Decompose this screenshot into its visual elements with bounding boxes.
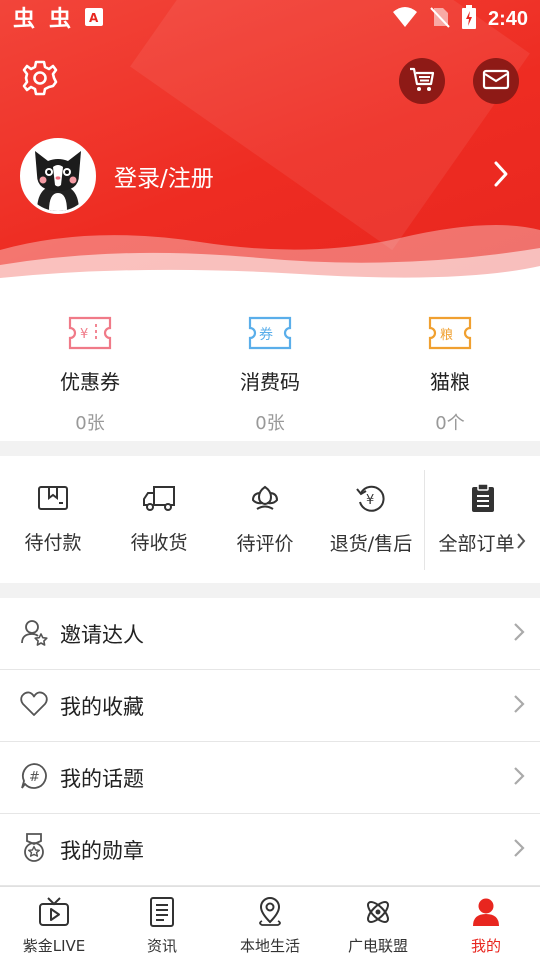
wallet-icon <box>37 484 69 516</box>
svg-text:虫: 虫 <box>49 6 71 30</box>
voucher-code-label: 消费码 <box>240 370 300 394</box>
bottom-navigation: 紫金LIVE 资讯 本地生活 广电联盟 我的 <box>0 886 540 960</box>
pending-payment-entry[interactable]: 待付款 <box>0 484 106 555</box>
cart-icon <box>408 65 436 97</box>
menu-item-label: 邀请达人 <box>60 622 144 647</box>
coupon-label: 优惠券 <box>60 370 120 394</box>
coupon-entry[interactable]: ¥ 优惠券 0张 <box>0 290 180 441</box>
truck-icon <box>142 484 176 516</box>
refund-icon: ¥ <box>355 483 387 517</box>
wifi-icon <box>392 6 418 32</box>
menu-item-label: 我的勋章 <box>60 838 144 863</box>
news-icon <box>148 897 176 931</box>
login-register-link[interactable]: 登录/注册 <box>114 159 214 193</box>
font-app-icon: A <box>84 7 104 31</box>
message-button[interactable] <box>473 58 519 104</box>
nav-tab-news[interactable]: 资讯 <box>108 887 216 960</box>
all-orders-label: 全部订单 <box>438 533 515 555</box>
gear-icon <box>20 60 60 102</box>
svg-text:A: A <box>89 11 99 25</box>
cart-button[interactable] <box>399 58 445 104</box>
person-icon <box>471 897 501 931</box>
nav-tab-label: 本地生活 <box>239 937 300 955</box>
chevron-right-icon <box>512 837 526 863</box>
wallet-panel: ¥ 优惠券 0张 券 消费码 0张 粮 猫粮 0个 <box>0 290 540 441</box>
mail-icon <box>482 65 510 97</box>
svg-text:¥: ¥ <box>366 493 374 508</box>
coupon-icon: ¥ <box>68 316 112 354</box>
voucher-code-icon: 券 <box>248 316 292 354</box>
chevron-right-icon <box>512 693 526 719</box>
cat-food-count: 0个 <box>435 413 465 434</box>
settings-button[interactable] <box>20 58 60 98</box>
svg-text:#: # <box>29 770 40 785</box>
cat-food-label: 猫粮 <box>430 370 470 394</box>
medal-icon <box>20 832 48 867</box>
tv-icon <box>38 897 70 931</box>
location-icon <box>256 897 284 931</box>
nav-tab-mine[interactable]: 我的 <box>432 887 540 960</box>
chevron-right-icon <box>512 621 526 647</box>
chevron-right-icon <box>515 531 527 555</box>
avatar[interactable] <box>20 138 96 214</box>
chevron-right-icon <box>492 160 510 192</box>
login-row[interactable]: 登录/注册 <box>20 138 520 214</box>
nav-tab-label: 资讯 <box>146 937 177 955</box>
voucher-code-entry[interactable]: 券 消费码 0张 <box>180 290 360 441</box>
clipboard-icon <box>470 483 496 517</box>
chevron-right-icon <box>512 765 526 791</box>
status-bar: 虫 虫 A 2:40 <box>0 0 540 38</box>
cat-food-entry[interactable]: 粮 猫粮 0个 <box>360 290 540 441</box>
header-wave <box>0 225 540 290</box>
refund-entry[interactable]: ¥ 退货/售后 <box>318 483 424 556</box>
nav-tab-alliance[interactable]: 广电联盟 <box>324 887 432 960</box>
pending-receipt-label: 待收货 <box>130 532 188 554</box>
nav-tab-label: 我的 <box>470 937 501 955</box>
all-orders-entry[interactable]: 全部订单 <box>424 469 540 570</box>
cat-food-icon: 粮 <box>428 316 472 354</box>
pending-receipt-entry[interactable]: 待收货 <box>106 484 212 555</box>
menu-item-label: 我的话题 <box>60 766 144 791</box>
pending-review-label: 待评价 <box>236 533 294 555</box>
menu-item-topics[interactable]: # 我的话题 <box>0 742 540 814</box>
svg-text:¥: ¥ <box>80 327 88 342</box>
topic-hashtag-icon: # <box>20 762 48 794</box>
battery-charging-icon <box>461 5 476 33</box>
pending-review-entry[interactable]: 待评价 <box>212 483 318 556</box>
app-notification-icon: 虫 <box>12 4 38 34</box>
refund-label: 退货/售后 <box>329 533 413 555</box>
svg-text:粮: 粮 <box>440 328 453 343</box>
atom-icon <box>363 897 393 931</box>
menu-item-medals[interactable]: 我的勋章 <box>0 814 540 886</box>
nav-tab-label: 紫金LIVE <box>22 937 86 955</box>
flower-icon <box>249 483 281 517</box>
menu-item-invite[interactable]: 邀请达人 <box>0 598 540 670</box>
menu-item-favorites[interactable]: 我的收藏 <box>0 670 540 742</box>
coupon-count: 0张 <box>75 413 105 434</box>
heart-icon <box>20 691 48 721</box>
nav-tab-label: 广电联盟 <box>347 937 408 955</box>
app-notification-icon: 虫 <box>48 4 74 34</box>
voucher-code-count: 0张 <box>255 413 285 434</box>
no-sim-icon <box>430 6 450 32</box>
nav-tab-local-life[interactable]: 本地生活 <box>216 887 324 960</box>
pending-payment-label: 待付款 <box>24 532 82 554</box>
cat-avatar-icon <box>23 141 93 211</box>
profile-header: 虫 虫 A 2:40 登录/注册 <box>0 0 540 290</box>
header-toolbar <box>0 56 540 104</box>
menu-item-label: 我的收藏 <box>60 694 144 719</box>
svg-text:虫: 虫 <box>13 6 35 30</box>
orders-panel: 待付款 待收货 待评价 ¥ 退货/售后 全部订单 <box>0 456 540 583</box>
nav-tab-live[interactable]: 紫金LIVE <box>0 887 108 960</box>
invite-user-icon <box>20 618 48 650</box>
menu-list: 邀请达人 我的收藏 # 我的话题 我的勋章 <box>0 598 540 886</box>
status-time: 2:40 <box>487 7 528 30</box>
svg-text:券: 券 <box>259 327 273 343</box>
